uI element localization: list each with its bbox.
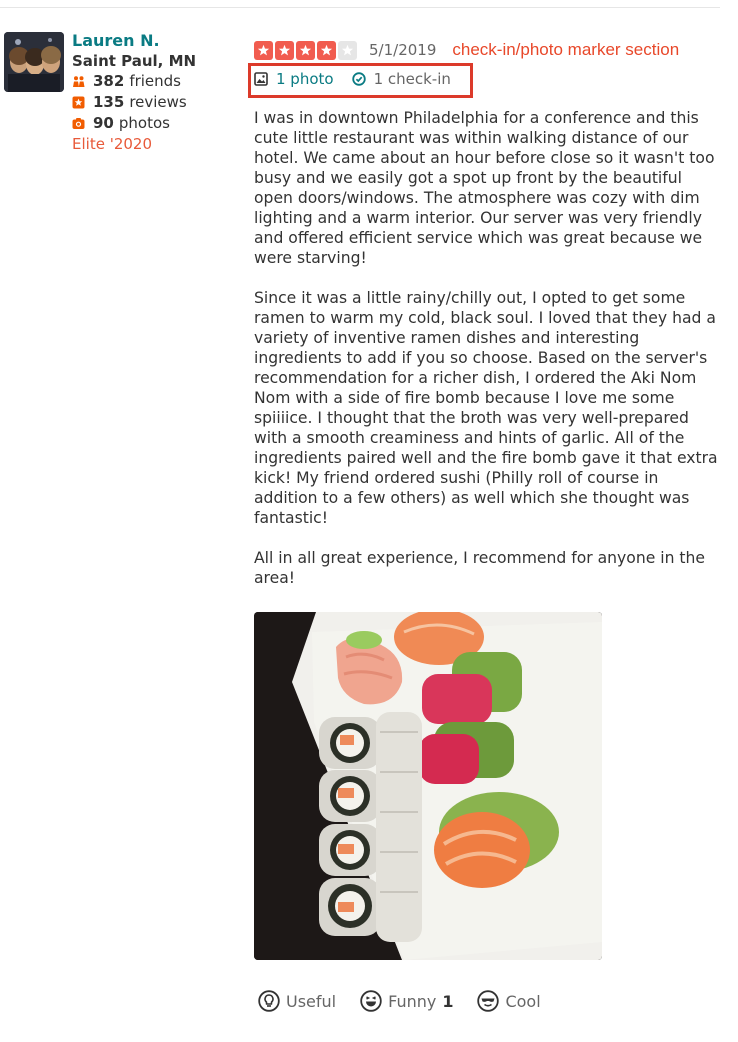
- checkin-photo-markers: 1 photo 1 check-in: [254, 69, 469, 89]
- avatar-photo: [4, 32, 64, 92]
- review-header: 5/1/2019 check-in/photo marker section: [254, 40, 724, 60]
- user-location: Saint Paul, MN: [72, 52, 197, 70]
- review-photo[interactable]: [254, 612, 602, 960]
- funny-label: Funny: [388, 991, 437, 1011]
- star-empty-icon: [338, 40, 357, 60]
- friends-stat: 382 friends: [72, 71, 242, 92]
- cool-button[interactable]: Cool: [477, 990, 541, 1012]
- photos-count: 90: [93, 114, 114, 132]
- user-avatar[interactable]: [4, 32, 64, 92]
- review-paragraph: I was in downtown Philadelphia for a con…: [254, 109, 715, 267]
- laughing-face-icon: [360, 990, 382, 1012]
- lightbulb-icon: [258, 990, 280, 1012]
- checkin-marker-link[interactable]: 1 check-in: [351, 70, 451, 88]
- photo-icon: [254, 72, 268, 86]
- useful-button[interactable]: Useful: [258, 990, 336, 1012]
- photos-label: photos: [118, 114, 170, 132]
- review-paragraph: All in all great experience, I recommend…: [254, 549, 706, 587]
- top-divider: [0, 7, 720, 8]
- sunglasses-face-icon: [477, 990, 500, 1012]
- star-rating: [254, 40, 357, 60]
- checkin-icon: [351, 72, 366, 86]
- funny-count: 1: [442, 991, 454, 1011]
- user-name-link[interactable]: Lauren N.: [72, 31, 242, 51]
- review-text: I was in downtown Philadelphia for a con…: [254, 108, 724, 608]
- sushi-photo: [254, 612, 602, 960]
- friends-icon: [72, 75, 85, 88]
- cool-label: Cool: [505, 991, 541, 1011]
- review-paragraph: Since it was a little rainy/chilly out, …: [254, 289, 718, 527]
- funny-button[interactable]: Funny 1: [360, 990, 453, 1012]
- photo-marker-link[interactable]: 1 photo: [254, 70, 334, 88]
- star-filled-icon: [296, 40, 315, 60]
- star-filled-icon: [275, 40, 294, 60]
- useful-label: Useful: [286, 991, 337, 1011]
- rating-row: 5/1/2019 check-in/photo marker section: [254, 40, 724, 60]
- elite-badge-link[interactable]: Elite '2020: [72, 134, 242, 154]
- reviews-count: 135: [93, 93, 125, 111]
- reviews-label: reviews: [129, 93, 187, 111]
- user-info: Lauren N. Saint Paul, MN 382 friends 135…: [72, 31, 242, 154]
- star-filled-icon: [254, 40, 273, 60]
- reviews-stat: 135 reviews: [72, 92, 242, 113]
- checkin-marker-label: 1 check-in: [373, 70, 451, 88]
- review-star-icon: [72, 96, 85, 109]
- photo-marker-label: 1 photo: [276, 70, 334, 88]
- review-votes: Useful Funny 1 Cool: [258, 990, 565, 1012]
- photos-stat: 90 photos: [72, 113, 242, 134]
- camera-icon: [72, 117, 85, 130]
- annotation-label: check-in/photo marker section: [452, 40, 680, 59]
- review-date: 5/1/2019: [369, 41, 437, 59]
- friends-count: 382: [93, 72, 125, 90]
- star-filled-icon: [317, 40, 336, 60]
- friends-label: friends: [129, 72, 181, 90]
